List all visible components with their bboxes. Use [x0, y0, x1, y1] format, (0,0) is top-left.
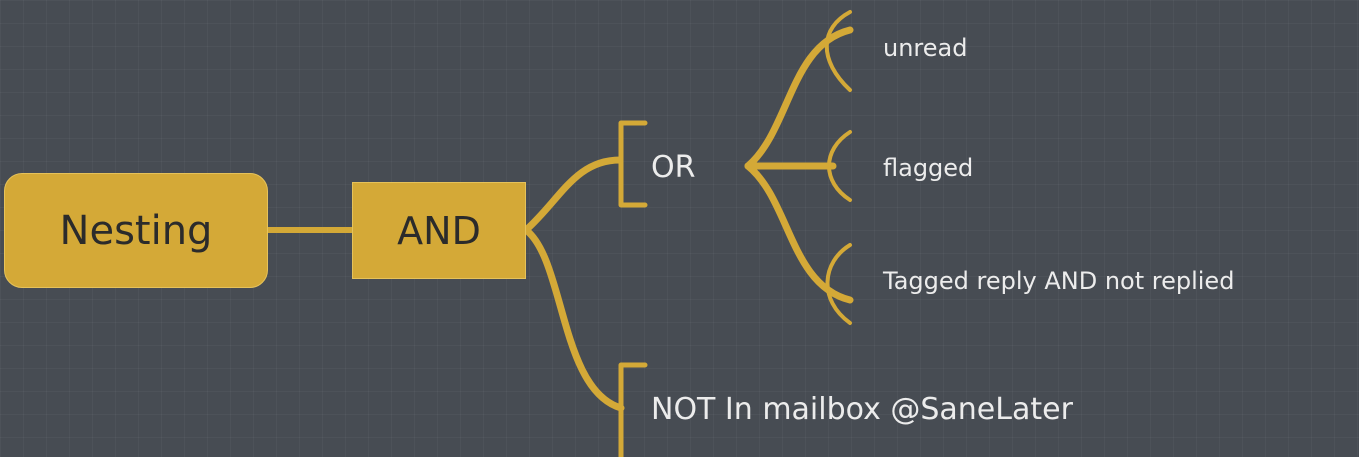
condition-tagged-reply[interactable]: Tagged reply AND not replied [883, 269, 1234, 293]
unread-fork [824, 10, 852, 92]
and-to-not-branch [522, 226, 625, 412]
not-bracket [618, 362, 648, 457]
root-node-label: Nesting [59, 207, 213, 254]
condition-flagged-label: flagged [883, 154, 974, 182]
or-bracket [618, 120, 648, 208]
and-node[interactable]: AND [352, 182, 526, 279]
condition-unread-label: unread [883, 34, 968, 62]
condition-tagged-reply-label: Tagged reply AND not replied [883, 267, 1235, 295]
or-node-label: OR [651, 150, 696, 185]
root-node[interactable]: Nesting [4, 173, 268, 288]
and-to-or-branch [522, 156, 624, 234]
or-node[interactable]: OR [651, 153, 695, 183]
condition-not-in-mailbox-label: NOT In mailbox @SaneLater [651, 392, 1073, 427]
condition-not-in-mailbox[interactable]: NOT In mailbox @SaneLater [651, 395, 1073, 425]
condition-flagged[interactable]: flagged [883, 156, 973, 180]
and-node-label: AND [397, 208, 481, 253]
tagged-fork [825, 243, 852, 325]
condition-unread[interactable]: unread [883, 36, 967, 60]
